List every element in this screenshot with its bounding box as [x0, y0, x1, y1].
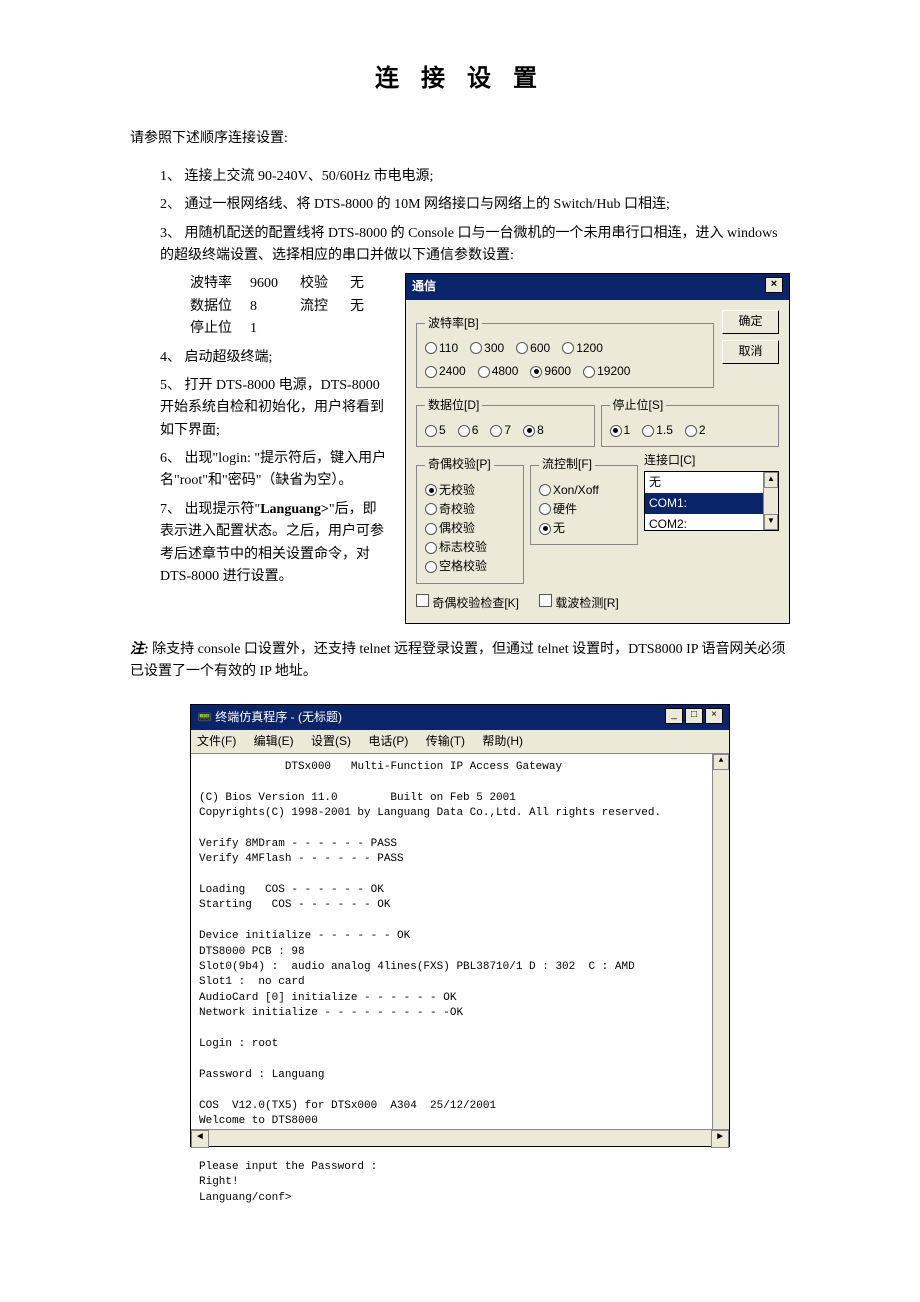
menu-settings[interactable]: 设置(S) [311, 734, 351, 748]
hscroll-left-icon[interactable]: ◄ [191, 1130, 209, 1148]
step-3: 3、 用随机配送的配置线将 DTS-8000 的 Console 口与一台微机的… [160, 223, 790, 268]
dialog-title-text: 通信 [412, 277, 436, 296]
step-7-prompt: Languang> [260, 502, 329, 517]
flow-legend: 流控制[F] [539, 455, 595, 474]
flow-label: 流控 [300, 296, 350, 318]
parity-label: 校验 [300, 273, 350, 295]
page-title: 连 接 设 置 [130, 60, 790, 98]
databits-8[interactable]: 8 [523, 421, 544, 440]
stopbits-fieldset: 停止位[S] 1 1.5 2 [601, 396, 780, 447]
step-2: 2、 通过一根网络线、将 DTS-8000 的 10M 网络接口与网络上的 Sw… [160, 194, 790, 216]
menu-file[interactable]: 文件(F) [197, 734, 236, 748]
parity-check-checkbox[interactable]: 奇偶校验检查[K] [416, 594, 519, 613]
terminal-hscrollbar[interactable]: ◄► [191, 1129, 729, 1146]
parity-fieldset: 奇偶校验[P] 无校验 奇校验 偶校验 标志校验 空格校验 [416, 455, 524, 583]
baud-fieldset: 波特率[B] 110 300 600 1200 2400 4800 9600 1… [416, 314, 714, 389]
terminal-vscrollbar[interactable]: ▲ [712, 754, 729, 1130]
close-icon[interactable]: × [765, 277, 783, 293]
step-6: 6、 出现"login: "提示符后，键入用户名"root"和"密码"（缺省为空… [160, 448, 390, 493]
terminal-icon: 📟 [197, 710, 212, 724]
terminal-title-text: 终端仿真程序 - (无标题) [215, 710, 342, 724]
parity-mark[interactable]: 标志校验 [425, 538, 515, 557]
serial-params: 波特率 9600 校验 无 数据位 8 流控 无 停止位 1 [130, 273, 390, 340]
listbox-scrollbar[interactable]: ▲ ▼ [763, 472, 778, 530]
flow-none[interactable]: 无 [539, 519, 629, 538]
databits-fieldset: 数据位[D] 5 6 7 8 [416, 396, 595, 447]
port-com2[interactable]: COM2: [645, 514, 778, 531]
menu-transfer[interactable]: 传输(T) [426, 734, 465, 748]
intro-text: 请参照下述顺序连接设置: [130, 128, 790, 150]
parity-value: 无 [350, 273, 380, 295]
stopbits-label: 停止位 [190, 318, 250, 340]
baud-19200[interactable]: 19200 [583, 362, 630, 381]
port-com1[interactable]: COM1: [645, 493, 778, 514]
baud-value: 9600 [250, 273, 300, 295]
vscroll-up-icon[interactable]: ▲ [713, 754, 729, 770]
baud-4800[interactable]: 4800 [478, 362, 519, 381]
baud-1200[interactable]: 1200 [562, 339, 603, 358]
stopbits-value: 1 [250, 318, 300, 340]
baud-300[interactable]: 300 [470, 339, 504, 358]
terminal-menubar: 文件(F) 编辑(E) 设置(S) 电话(P) 传输(T) 帮助(H) [191, 730, 729, 754]
scroll-up-icon[interactable]: ▲ [764, 472, 778, 488]
step-4: 4、 启动超级终端; [160, 347, 390, 369]
baud-legend: 波特率[B] [425, 314, 482, 333]
baud-600[interactable]: 600 [516, 339, 550, 358]
flow-fieldset: 流控制[F] Xon/Xoff 硬件 无 [530, 455, 638, 545]
parity-legend: 奇偶校验[P] [425, 455, 494, 474]
flow-value: 无 [350, 296, 380, 318]
flow-hw[interactable]: 硬件 [539, 500, 629, 519]
note-text: 除支持 console 口设置外，还支持 telnet 远程登录设置，但通过 t… [130, 642, 786, 679]
hscroll-right-icon[interactable]: ► [711, 1130, 729, 1148]
stopbits-legend: 停止位[S] [610, 396, 667, 415]
note: 注: 除支持 console 口设置外，还支持 telnet 远程登录设置，但通… [130, 639, 790, 684]
step-7: 7、 出现提示符"Languang>"后，即表示进入配置状态。之后，用户可参考后… [160, 499, 390, 589]
port-none[interactable]: 无 [645, 472, 778, 493]
scroll-down-icon[interactable]: ▼ [764, 514, 778, 530]
close-icon[interactable]: × [705, 708, 723, 724]
baud-9600[interactable]: 9600 [530, 362, 571, 381]
stopbits-15[interactable]: 1.5 [642, 421, 673, 440]
databits-value: 8 [250, 296, 300, 318]
step-1: 1、 连接上交流 90-240V、50/60Hz 市电电源; [160, 166, 790, 188]
port-legend: 连接口[C] [644, 451, 779, 470]
carrier-detect-checkbox[interactable]: 载波检测[R] [539, 594, 619, 613]
terminal-titlebar: 📟 终端仿真程序 - (无标题) _ □ × [191, 705, 729, 730]
minimize-icon[interactable]: _ [665, 708, 683, 724]
menu-help[interactable]: 帮助(H) [482, 734, 523, 748]
step-5: 5、 打开 DTS-8000 电源，DTS-8000 开始系统自检和初始化，用户… [160, 375, 390, 442]
databits-legend: 数据位[D] [425, 396, 482, 415]
baud-label: 波特率 [190, 273, 250, 295]
terminal-output: DTSx000 Multi-Function IP Access Gateway… [191, 754, 729, 1146]
baud-2400[interactable]: 2400 [425, 362, 466, 381]
stopbits-1[interactable]: 1 [610, 421, 631, 440]
steps-list: 1、 连接上交流 90-240V、50/60Hz 市电电源; 2、 通过一根网络… [130, 166, 790, 268]
menu-edit[interactable]: 编辑(E) [254, 734, 294, 748]
maximize-icon[interactable]: □ [685, 708, 703, 724]
step-7-p1: 7、 出现提示符" [160, 502, 260, 517]
menu-phone[interactable]: 电话(P) [368, 734, 408, 748]
databits-7[interactable]: 7 [490, 421, 511, 440]
dialog-titlebar: 通信 × [406, 274, 789, 299]
note-label: 注: [130, 642, 149, 657]
port-listbox[interactable]: 无 COM1: COM2: COM3: ▲ ▼ [644, 471, 779, 531]
databits-6[interactable]: 6 [458, 421, 479, 440]
databits-label: 数据位 [190, 296, 250, 318]
comm-dialog: 通信 × 确定 取消 波特率[B] 110 300 600 1200 2400 … [405, 273, 790, 623]
flow-xon[interactable]: Xon/Xoff [539, 481, 629, 500]
cancel-button[interactable]: 取消 [722, 340, 779, 364]
stopbits-2[interactable]: 2 [685, 421, 706, 440]
ok-button[interactable]: 确定 [722, 310, 779, 334]
parity-space[interactable]: 空格校验 [425, 557, 515, 576]
terminal-window: 📟 终端仿真程序 - (无标题) _ □ × 文件(F) 编辑(E) 设置(S)… [190, 704, 730, 1147]
parity-none[interactable]: 无校验 [425, 481, 515, 500]
parity-even[interactable]: 偶校验 [425, 519, 515, 538]
baud-110[interactable]: 110 [425, 339, 458, 358]
parity-odd[interactable]: 奇校验 [425, 500, 515, 519]
databits-5[interactable]: 5 [425, 421, 446, 440]
